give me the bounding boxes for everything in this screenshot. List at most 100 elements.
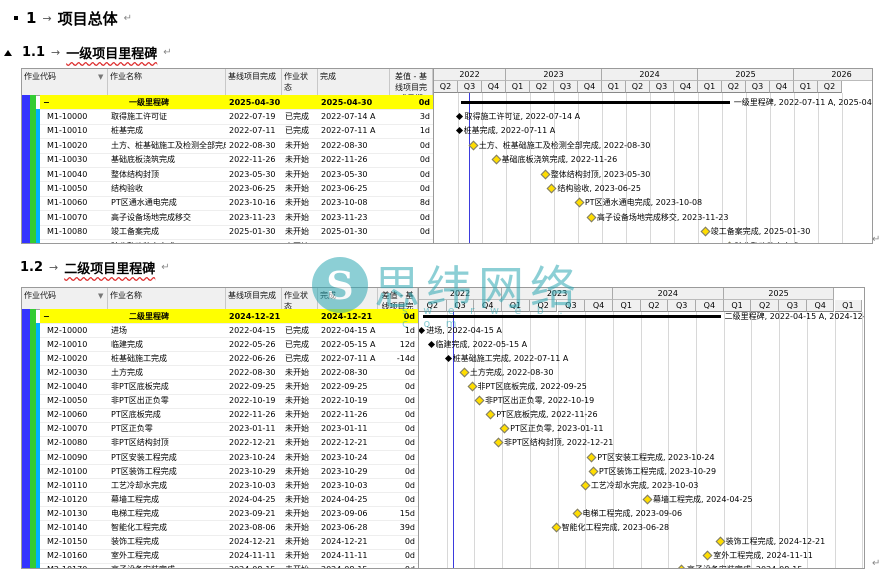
milestone-table-level-1[interactable]: 作业代码▼ 作业名称基线项目完成作业状态完成差值 - 基线项目完成日期−一级里程碑…	[21, 68, 434, 244]
gantt-milestone[interactable]: 土方完成, 2022-08-30	[459, 365, 553, 379]
collapse-toggle-icon[interactable]: −	[40, 95, 52, 109]
gantt-milestone[interactable]: 桩基础施工完成, 2022-07-11 A	[444, 351, 568, 365]
cell-finish: 2024-04-25	[321, 494, 368, 504]
quarter-gridline	[779, 312, 781, 568]
gantt-milestone[interactable]: 竣工备案完成, 2025-01-30	[700, 225, 810, 239]
cell-variance: 0d	[419, 227, 430, 237]
column-header-name[interactable]: 作业名称	[108, 288, 226, 309]
gantt-milestone[interactable]: 取得施工许可证, 2022-07-14 A	[456, 109, 581, 123]
gantt-milestone[interactable]: 非PT区底板完成, 2022-09-25	[467, 380, 587, 394]
timeline-quarter: Q3	[650, 81, 674, 93]
gantt-chart-level-1[interactable]: 2022 2023 2024 2025 2026 Q2 Q3 Q4 Q1 Q2 Q3 Q4 Q1 Q2 Q3…	[433, 68, 873, 244]
gantt-milestone[interactable]: 智能化工程完成, 2023-06-28	[551, 521, 670, 535]
gantt-milestone[interactable]: 工艺冷却水完成, 2023-10-03	[580, 478, 698, 492]
gantt-milestone[interactable]: 进场, 2022-04-15 A	[419, 323, 502, 337]
gantt-label: 高子设备场地完成移交, 2023-11-23	[596, 212, 729, 222]
table-row[interactable]: M1-10010 桩基完成 2022-07-11 已完成 2022-07-11 A 1d	[40, 124, 433, 140]
table-row[interactable]: M2-10170高子设备安装完成2024-08-15未开始2024-08-150…	[40, 563, 418, 568]
cell-status: 未开始	[285, 367, 309, 377]
column-header-code[interactable]: 作业代码	[22, 288, 108, 309]
gantt-milestone[interactable]: 装饰工程完成, 2024-12-21	[715, 535, 825, 549]
table-row[interactable]: M2-10050 非PT区出正负零 2022-10-19 未开始 2022-10-19 0…	[40, 394, 418, 409]
column-header-name[interactable]: 作业名称	[108, 69, 226, 95]
table-row[interactable]: M2-10040 非PT区底板完成 2022-09-25 未开始 2022-09-25 0…	[40, 380, 418, 395]
table-row[interactable]: M2-10070 PT区正负零 2023-01-11 未开始 2023-01-11 0d	[40, 422, 418, 437]
gantt-milestone[interactable]: 土方、桩基础施工及检测全部完成, 2022-08-30	[468, 138, 650, 152]
filter-icon[interactable]: ▼	[98, 292, 103, 300]
cell-variance: 0d	[404, 396, 415, 406]
paragraph-mark: ↵	[161, 262, 170, 273]
gantt-milestone[interactable]: 室外工程完成, 2024-11-11	[702, 549, 813, 563]
table-row[interactable]: M2-10000 进场 2022-04-15 已完成 2022-04-15 A 1d	[40, 323, 418, 339]
gantt-milestone[interactable]: 整体结构封顶, 2023-05-30	[540, 167, 650, 181]
gantt-chart-level-2[interactable]: 2022 2023 2024 2025 Q2 Q3 Q4 Q1 Q2 Q3 Q4 Q1 Q2 Q3 Q4 Q1…	[418, 287, 865, 569]
table-row[interactable]: M1-10080 竣工备案完成 2025-01-30 未开始 2025-01-30 0d	[40, 225, 433, 240]
table-row[interactable]: M1-10030 基础底板浇筑完成 2022-11-26 未开始 2022-11-26 0…	[40, 153, 433, 168]
gantt-milestone[interactable]: 桩基完成, 2022-07-11 A	[455, 124, 555, 138]
column-header-status[interactable]: 作业状态	[282, 288, 318, 311]
gantt-label: 取得施工许可证, 2022-07-14 A	[464, 112, 581, 122]
table-row[interactable]: M1-10070 高子设备场地完成移交 2023-11-23 未开始 2023-11-2…	[40, 210, 433, 226]
wbs-summary-row[interactable]: − 二级里程碑 2024-12-21 2024-12-21 0d	[40, 309, 418, 325]
table-row[interactable]: M2-10100 PT区装饰工程完成 2023-10-29 未开始 2023-10-29…	[40, 464, 418, 480]
column-header-finish[interactable]: 完成	[318, 69, 390, 95]
filter-icon[interactable]: ▼	[98, 73, 103, 81]
gantt-milestone[interactable]: 结构验收, 2023-06-25	[546, 181, 641, 195]
gantt-milestone[interactable]: PT区通水通电完成, 2023-10-08	[574, 196, 702, 210]
column-header-variance[interactable]: 差值 - 基线项目完成日期	[390, 69, 433, 103]
table-row[interactable]: M1-10040 整体结构封顶 2023-05-30 未开始 2023-05-30 0d	[40, 167, 433, 183]
table-row[interactable]: M2-10160 室外工程完成 2024-11-11 未开始 2024-11-11 0d	[40, 549, 418, 564]
table-row[interactable]: M2-10120 幕墙工程完成 2024-04-25 未开始 2024-04-25 0d	[40, 492, 418, 508]
cell-variance: 0d	[404, 382, 415, 392]
timeline-quarter: Q3	[668, 300, 696, 312]
table-row[interactable]: M2-10010 临建完成 2022-05-26 已完成 2022-05-15 A 12d	[40, 337, 418, 353]
table-row[interactable]: M2-10080 非PT区结构封顶 2022-12-21 未开始 2022-12-21 0…	[40, 436, 418, 451]
milestone-table-level-2[interactable]: 作业代码▼ 作业名称基线项目完成作业状态完成差值 - 基线项目完成日期−二级里程碑…	[21, 287, 419, 569]
gantt-milestone[interactable]: 非PT区结构封顶, 2022-12-21	[493, 436, 613, 450]
cell-code: M1-10010	[47, 126, 88, 136]
table-row[interactable]: M2-10130 电梯工程完成 2023-09-21 未开始 2023-09-06 15d	[40, 506, 418, 522]
collapse-toggle-icon[interactable]: −	[40, 309, 52, 323]
gantt-milestone[interactable]: 验收整改移交完成, 2025-04-30	[724, 239, 850, 243]
column-header-finish[interactable]: 完成	[318, 288, 378, 309]
cell-status: 未开始	[285, 382, 309, 392]
table-row[interactable]: M2-10030 土方完成 2022-08-30 未开始 2022-08-30 0d	[40, 365, 418, 381]
gantt-label: 智能化工程完成, 2023-06-28	[561, 523, 670, 533]
wbs-summary-row[interactable]: − 一级里程碑 2025-04-30 2025-04-30 0d	[40, 95, 433, 111]
collapse-triangle-icon[interactable]	[4, 49, 12, 56]
cell-status: 已完成	[285, 325, 309, 335]
table-row[interactable]: M1-10020 土方、桩基础施工及检测全部完成 2022-08-30 未开始 2022…	[40, 138, 433, 154]
table-row[interactable]: M1-10060 PT区通水通电完成 2023-10-16 未开始 2023-10-08…	[40, 196, 433, 212]
table-row[interactable]: M1-10050 结构验收 2023-06-25 未开始 2023-06-25 0d	[40, 181, 433, 197]
gantt-label: PT区底板完成, 2022-11-26	[496, 410, 598, 420]
table-row[interactable]: M2-10020 桩基础施工完成 2022-06-26 已完成 2022-07-11 A…	[40, 351, 418, 367]
gantt-milestone[interactable]: 基础底板浇筑完成, 2022-11-26	[491, 153, 617, 167]
cell-name: 高子设备场地完成移交	[111, 212, 191, 222]
table-row[interactable]: M2-10150 装饰工程完成 2024-12-21 未开始 2024-12-21 0d	[40, 535, 418, 550]
table-row[interactable]: M2-10090 PT区安装工程完成 2023-10-24 未开始 2023-10-24…	[40, 450, 418, 466]
table-row[interactable]: M1-10000 取得施工许可证 2022-07-19 已完成 2022-07-14 A…	[40, 109, 433, 125]
table-row[interactable]: M2-10110 工艺冷却水完成 2023-10-03 未开始 2023-10-03 0d	[40, 478, 418, 494]
gantt-milestone[interactable]: PT区底板完成, 2022-11-26	[485, 408, 598, 422]
cell-code: M1-10080	[47, 227, 88, 237]
gantt-milestone[interactable]: PT区装饰工程完成, 2023-10-29	[588, 464, 716, 478]
milestone-diamond-icon	[700, 226, 711, 237]
gantt-milestone[interactable]: PT区安装工程完成, 2023-10-24	[586, 450, 715, 464]
table-row[interactable]: M1-10090验收整改移交完成2025-04-30未开始2025-04-300…	[40, 239, 433, 243]
column-header-code[interactable]: 作业代码	[22, 69, 108, 95]
gantt-milestone[interactable]: 非PT区出正负零, 2022-10-19	[474, 394, 594, 408]
column-header-variance[interactable]: 差值 - 基线项目完成日期	[378, 288, 418, 322]
column-header-status[interactable]: 作业状态	[282, 69, 318, 95]
gantt-milestone[interactable]: PT区正负零, 2023-01-11	[499, 422, 603, 436]
gantt-milestone[interactable]: 幕墙工程完成, 2024-04-25	[642, 492, 753, 506]
timeline-quarter: Q4	[674, 81, 698, 93]
table-row[interactable]: M2-10140 智能化工程完成 2023-08-06 未开始 2023-06-28 39…	[40, 521, 418, 536]
table-row[interactable]: M2-10060 PT区底板完成 2022-11-26 未开始 2022-11-26 0d	[40, 408, 418, 423]
gantt-milestone[interactable]: 高子设备安装完成, 2024-08-15	[676, 563, 802, 568]
gantt-milestone[interactable]: 临建完成, 2022-05-15 A	[427, 337, 527, 351]
gantt-milestone[interactable]: 电梯工程完成, 2023-09-06	[572, 506, 682, 520]
gantt-milestone[interactable]: 高子设备场地完成移交, 2023-11-23	[586, 210, 729, 224]
column-header-baseline[interactable]: 基线项目完成	[226, 69, 282, 95]
milestone-diamond-icon	[642, 494, 653, 505]
column-header-baseline[interactable]: 基线项目完成	[226, 288, 282, 309]
